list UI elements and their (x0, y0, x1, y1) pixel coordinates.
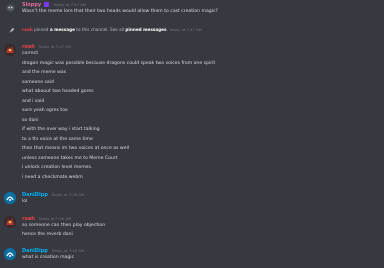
pin-verb: pinned (34, 27, 49, 32)
avatar[interactable] (4, 216, 16, 228)
timestamp: Today at 7:49 AM (38, 216, 72, 221)
avatar[interactable] (5, 2, 16, 13)
message-group-roah: roah Today at 7:47 AM correct dragon mag… (0, 42, 384, 182)
avatar[interactable] (4, 44, 16, 56)
avatar-image-icon (4, 248, 16, 260)
message-text: hence the reverb dani (22, 232, 73, 237)
pinned-message-link[interactable]: a message (50, 27, 75, 32)
message-header: DaniDipp Today at 7:49 AM (22, 248, 84, 254)
avatar-image-icon (5, 2, 16, 13)
server-badge-icon (43, 2, 49, 7)
timestamp: Today at 7:47 AM (53, 2, 87, 7)
pin-text-middle: to this channel. See all (76, 27, 125, 32)
message-text: Wasn't the meme lore that their two head… (22, 9, 218, 14)
author-name[interactable]: Sloppy (22, 2, 41, 8)
system-message-pin: roah pinned a message to this channel. S… (0, 27, 384, 35)
pinned-messages-link[interactable]: pinned messages (125, 27, 166, 32)
message-text: to a tts voice at the same time (22, 136, 93, 142)
pin-icon (9, 27, 15, 33)
message-group-danidipp: DaniDipp Today at 7:48 AM lol (0, 190, 384, 210)
message-header: DaniDipp Today at 7:48 AM (22, 192, 84, 198)
message-text: and the meme was (22, 70, 67, 75)
timestamp: Today at 7:49 AM (51, 248, 85, 253)
author-name[interactable]: roah (22, 44, 35, 50)
message-text: i need a checkmate.webm (22, 174, 83, 180)
message-text: so dani (22, 117, 39, 123)
message-text: then that means im two voices at once as… (22, 146, 130, 151)
timestamp: Today at 7:47 AM (38, 44, 72, 49)
message-text: what abouut two headed gores (22, 89, 94, 94)
avatar-image-icon (4, 216, 16, 228)
author-name[interactable]: DaniDipp (22, 192, 48, 198)
message-text: lol (22, 199, 28, 204)
message-group-roah: roah Today at 7:49 AM so someone can the… (0, 214, 384, 242)
message-text: what is creation magic (22, 255, 75, 260)
avatar[interactable] (4, 192, 16, 204)
message-text: so someone can then play objection (22, 223, 106, 228)
message-group-sloppy: Sloppy Today at 7:47 AM Wasn't the meme … (0, 0, 384, 24)
author-name[interactable]: DaniDipp (22, 248, 48, 254)
message-text: someone said (22, 79, 54, 85)
message-header: roah Today at 7:47 AM (22, 44, 71, 50)
author-name[interactable]: roah (22, 216, 35, 222)
message-text: sure yeah ogres too (22, 108, 68, 113)
pin-actor[interactable]: roah (22, 27, 33, 32)
message-text: dragon magic was possible because dragon… (22, 60, 216, 66)
message-group-danidipp: DaniDipp Today at 7:49 AM what is creati… (0, 246, 384, 266)
message-text: if with the over way i start talking (22, 127, 100, 132)
message-text: correct (22, 51, 39, 56)
message-text: and i said (22, 98, 45, 104)
avatar[interactable] (4, 248, 16, 260)
pin-text: roah pinned a message to this channel. S… (22, 27, 202, 32)
timestamp: Today at 7:48 AM (51, 192, 85, 197)
timestamp: Today at 7:47 AM (169, 27, 202, 32)
message-text: unless someone takes me to Meme Court (22, 155, 118, 161)
avatar-image-icon (4, 192, 16, 204)
message-header: roah Today at 7:49 AM (22, 216, 71, 222)
message-text: i unlock creation level memes. (22, 165, 93, 170)
avatar-image-icon (4, 44, 16, 56)
message-header: Sloppy Today at 7:47 AM (22, 2, 86, 8)
